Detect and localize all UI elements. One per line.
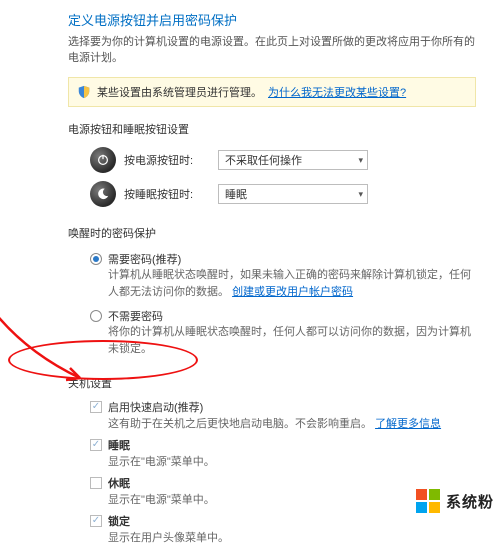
checkbox-hibernate[interactable] xyxy=(90,477,102,489)
section-wake-head: 唤醒时的密码保护 xyxy=(68,225,476,241)
moon-icon xyxy=(90,181,116,207)
no-password-desc: 将你的计算机从睡眠状态唤醒时，任何人都可以访问你的数据，因为计算机未锁定。 xyxy=(90,324,476,357)
sleep-label: 睡眠 xyxy=(108,437,130,453)
chevron-down-icon: ▾ xyxy=(358,155,363,166)
checkbox-fast-startup[interactable]: ✓ xyxy=(90,401,102,413)
lock-desc: 显示在用户头像菜单中。 xyxy=(90,529,476,545)
fast-startup-desc: 这有助于在关机之后更快地启动电脑。不会影响重启。 xyxy=(108,418,372,430)
admin-info-text: 某些设置由系统管理员进行管理。 xyxy=(97,84,262,100)
watermark: 系统粉 xyxy=(416,489,494,513)
create-change-account-link[interactable]: 创建或更改用户帐户密码 xyxy=(232,286,353,298)
checkbox-sleep[interactable]: ✓ xyxy=(90,439,102,451)
shield-icon xyxy=(77,85,91,99)
power-button-value: 不采取任何操作 xyxy=(225,152,302,168)
section-shutdown-head: 关机设置 xyxy=(68,375,476,391)
ms-logo-icon xyxy=(416,489,440,513)
require-password-label: 需要密码(推荐) xyxy=(108,251,181,267)
fast-startup-label: 启用快速启动(推荐) xyxy=(108,399,203,415)
learn-more-link[interactable]: 了解更多信息 xyxy=(375,418,441,430)
power-button-row: 按电源按钮时: 不采取任何操作 ▾ xyxy=(68,143,476,177)
power-button-label: 按电源按钮时: xyxy=(124,152,210,168)
sleep-item: ✓ 睡眠 显示在"电源"菜单中。 xyxy=(68,435,476,473)
power-icon xyxy=(90,147,116,173)
sleep-desc: 显示在"电源"菜单中。 xyxy=(90,453,476,469)
admin-info-bar: 某些设置由系统管理员进行管理。 为什么我无法更改某些设置? xyxy=(68,77,476,107)
fast-startup-item: ✓ 启用快速启动(推荐) 这有助于在关机之后更快地启动电脑。不会影响重启。 了解… xyxy=(68,397,476,435)
sleep-button-label: 按睡眠按钮时: xyxy=(124,186,210,202)
sleep-button-value: 睡眠 xyxy=(225,186,247,202)
radio-require-password[interactable] xyxy=(90,253,102,265)
hibernate-label: 休眠 xyxy=(108,475,130,491)
hibernate-item: 休眠 显示在"电源"菜单中。 xyxy=(68,473,476,511)
no-password-option: 不需要密码 将你的计算机从睡眠状态唤醒时，任何人都可以访问你的数据，因为计算机未… xyxy=(68,304,476,361)
chevron-down-icon: ▾ xyxy=(358,189,363,200)
section-buttons-head: 电源按钮和睡眠按钮设置 xyxy=(68,121,476,137)
lock-label: 锁定 xyxy=(108,513,130,529)
no-password-label: 不需要密码 xyxy=(108,308,163,324)
radio-no-password[interactable] xyxy=(90,310,102,322)
page-title: 定义电源按钮并启用密码保护 xyxy=(68,10,476,29)
lock-item: ✓ 锁定 显示在用户头像菜单中。 xyxy=(68,511,476,549)
page-desc: 选择要为你的计算机设置的电源设置。在此页上对设置所做的更改将应用于你所有的电源计… xyxy=(68,33,476,65)
power-button-select[interactable]: 不采取任何操作 ▾ xyxy=(218,150,368,170)
checkbox-lock[interactable]: ✓ xyxy=(90,515,102,527)
why-cant-change-link[interactable]: 为什么我无法更改某些设置? xyxy=(268,84,406,100)
sleep-button-select[interactable]: 睡眠 ▾ xyxy=(218,184,368,204)
watermark-text: 系统粉 xyxy=(446,491,494,512)
sleep-button-row: 按睡眠按钮时: 睡眠 ▾ xyxy=(68,177,476,211)
require-password-option: 需要密码(推荐) 计算机从睡眠状态唤醒时，如果未输入正确的密码来解除计算机锁定，… xyxy=(68,247,476,304)
